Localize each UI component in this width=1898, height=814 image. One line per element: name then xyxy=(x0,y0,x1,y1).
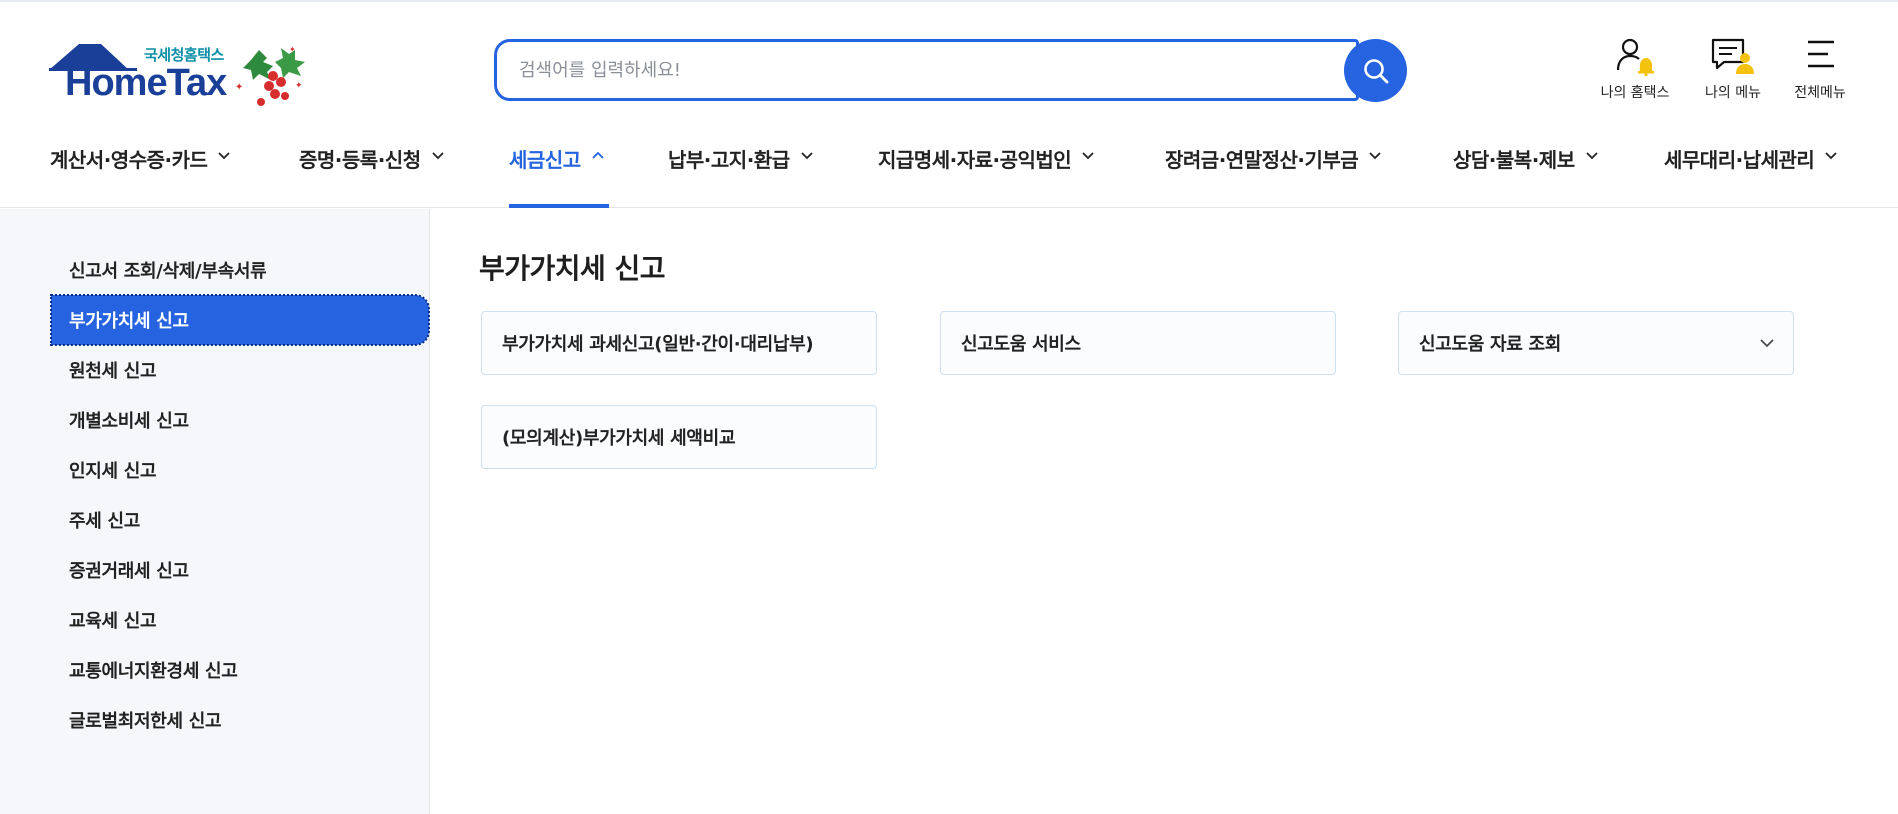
nav-item-consultation[interactable]: 상담·불복·제보 xyxy=(1453,144,1599,208)
search-icon xyxy=(1363,58,1388,83)
nav-item-tax-agent[interactable]: 세무대리·납세관리 xyxy=(1664,144,1838,208)
chat-person-icon xyxy=(1711,38,1754,74)
page-title: 부가가치세 신고 xyxy=(479,252,666,285)
nav-item-tax-filing[interactable]: 세금신고 xyxy=(509,144,609,208)
sidebar-item-vat[interactable]: 부가가치세 신고 xyxy=(50,294,430,346)
chevron-up-icon xyxy=(591,151,604,159)
hometax-logo[interactable]: 국세청홈택스 HomeTax ✦ ✦ ✦ xyxy=(49,40,314,112)
nav-item-label: 장려금·연말정산·기부금 xyxy=(1165,148,1359,172)
sidebar-item-liquor[interactable]: 주세 신고 xyxy=(51,495,429,545)
card-filing-help[interactable]: 신고도움 서비스 xyxy=(940,311,1336,375)
sidebar-item-label: 교통에너지환경세 신고 xyxy=(69,661,238,682)
chevron-down-icon xyxy=(1369,152,1381,160)
nav-item-label: 세무대리·납세관리 xyxy=(1664,148,1815,172)
chevron-down-icon xyxy=(1825,152,1837,160)
search-button[interactable] xyxy=(1344,39,1407,102)
nav-item-payment[interactable]: 납부·고지·환급 xyxy=(668,144,814,208)
nav-item-receipts[interactable]: 계산서·영수증·카드 xyxy=(50,144,231,208)
card-vat-filing[interactable]: 부가가치세 과세신고(일반·간이·대리납부) xyxy=(481,311,877,375)
svg-text:✦: ✦ xyxy=(289,45,296,54)
holly-icon: ✦ ✦ ✦ xyxy=(235,45,305,106)
card-help-data[interactable]: 신고도움 자료 조회 xyxy=(1398,311,1794,375)
sidebar-item-label: 글로벌최저한세 신고 xyxy=(69,711,222,732)
chevron-down-icon xyxy=(218,152,231,160)
nav-item-certificates[interactable]: 증명·등록·신청 xyxy=(299,144,445,208)
sidebar-item-label: 증권거래세 신고 xyxy=(69,561,189,582)
sidebar-item-securities[interactable]: 증권거래세 신고 xyxy=(51,545,429,595)
nav-item-label: 증명·등록·신청 xyxy=(299,148,421,172)
sidebar-item-inquiry[interactable]: 신고서 조회/삭제/부속서류 xyxy=(51,245,429,295)
sidebar-item-label: 교육세 신고 xyxy=(69,611,157,632)
all-menu-button[interactable]: 전체메뉴 xyxy=(1775,36,1865,102)
nav-item-label: 상담·불복·제보 xyxy=(1453,148,1575,172)
logo-title: HomeTax xyxy=(65,62,227,104)
nav-item-label: 납부·고지·환급 xyxy=(668,148,790,172)
hamburger-menu-icon xyxy=(1808,40,1834,68)
nav-item-label: 계산서·영수증·카드 xyxy=(50,148,208,172)
chevron-down-icon xyxy=(431,152,444,160)
nav-item-statements[interactable]: 지급명세·자료·공익법인 xyxy=(878,144,1095,208)
person-bell-icon xyxy=(1616,38,1654,76)
top-border xyxy=(0,0,1898,2)
search-box[interactable] xyxy=(494,39,1359,101)
card-label: 신고도움 서비스 xyxy=(961,334,1081,355)
sidebar-item-label: 원천세 신고 xyxy=(69,361,157,382)
svg-text:✦: ✦ xyxy=(235,82,243,93)
card-label: 신고도움 자료 조회 xyxy=(1419,334,1562,355)
nav-item-label: 지급명세·자료·공익법인 xyxy=(878,148,1072,172)
sidebar-item-label: 신고서 조회/삭제/부속서류 xyxy=(69,261,267,282)
my-menu-button[interactable]: 나의 메뉴 xyxy=(1688,36,1778,102)
sidebar-item-label: 부가가치세 신고 xyxy=(69,311,189,332)
my-hometax-label: 나의 홈택스 xyxy=(1600,85,1670,101)
main-nav: 계산서·영수증·카드 증명·등록·신청 세금신고 납부·고지·환급 지급명세·자… xyxy=(0,136,1898,208)
card-vat-simulation[interactable]: (모의계산)부가가치세 세액비교 xyxy=(481,405,877,469)
sidebar-item-education[interactable]: 교육세 신고 xyxy=(51,595,429,645)
chevron-down-icon xyxy=(1760,339,1774,348)
nav-item-label: 세금신고 xyxy=(509,148,581,172)
sidebar-item-global-min[interactable]: 글로벌최저한세 신고 xyxy=(51,695,429,745)
my-menu-label: 나의 메뉴 xyxy=(1705,85,1761,101)
nav-item-incentives[interactable]: 장려금·연말정산·기부금 xyxy=(1165,144,1382,208)
sidebar-item-stamp[interactable]: 인지세 신고 xyxy=(51,445,429,495)
search-input[interactable] xyxy=(519,42,1299,98)
sidebar-item-label: 인지세 신고 xyxy=(69,461,157,482)
chevron-down-icon xyxy=(1082,152,1094,160)
sidebar-item-label: 개별소비세 신고 xyxy=(69,411,189,432)
card-label: (모의계산)부가가치세 세액비교 xyxy=(502,428,736,449)
sidebar-item-transport[interactable]: 교통에너지환경세 신고 xyxy=(51,645,429,695)
my-hometax-button[interactable]: 나의 홈택스 xyxy=(1590,36,1680,102)
chevron-down-icon xyxy=(1585,152,1598,160)
all-menu-label: 전체메뉴 xyxy=(1794,85,1846,101)
card-label: 부가가치세 과세신고(일반·간이·대리납부) xyxy=(502,334,814,355)
sidebar-item-withholding[interactable]: 원천세 신고 xyxy=(51,345,429,395)
sidebar-item-excise[interactable]: 개별소비세 신고 xyxy=(51,395,429,445)
svg-text:✦: ✦ xyxy=(295,81,303,91)
sidebar-item-label: 주세 신고 xyxy=(69,511,141,532)
chevron-down-icon xyxy=(800,152,813,160)
